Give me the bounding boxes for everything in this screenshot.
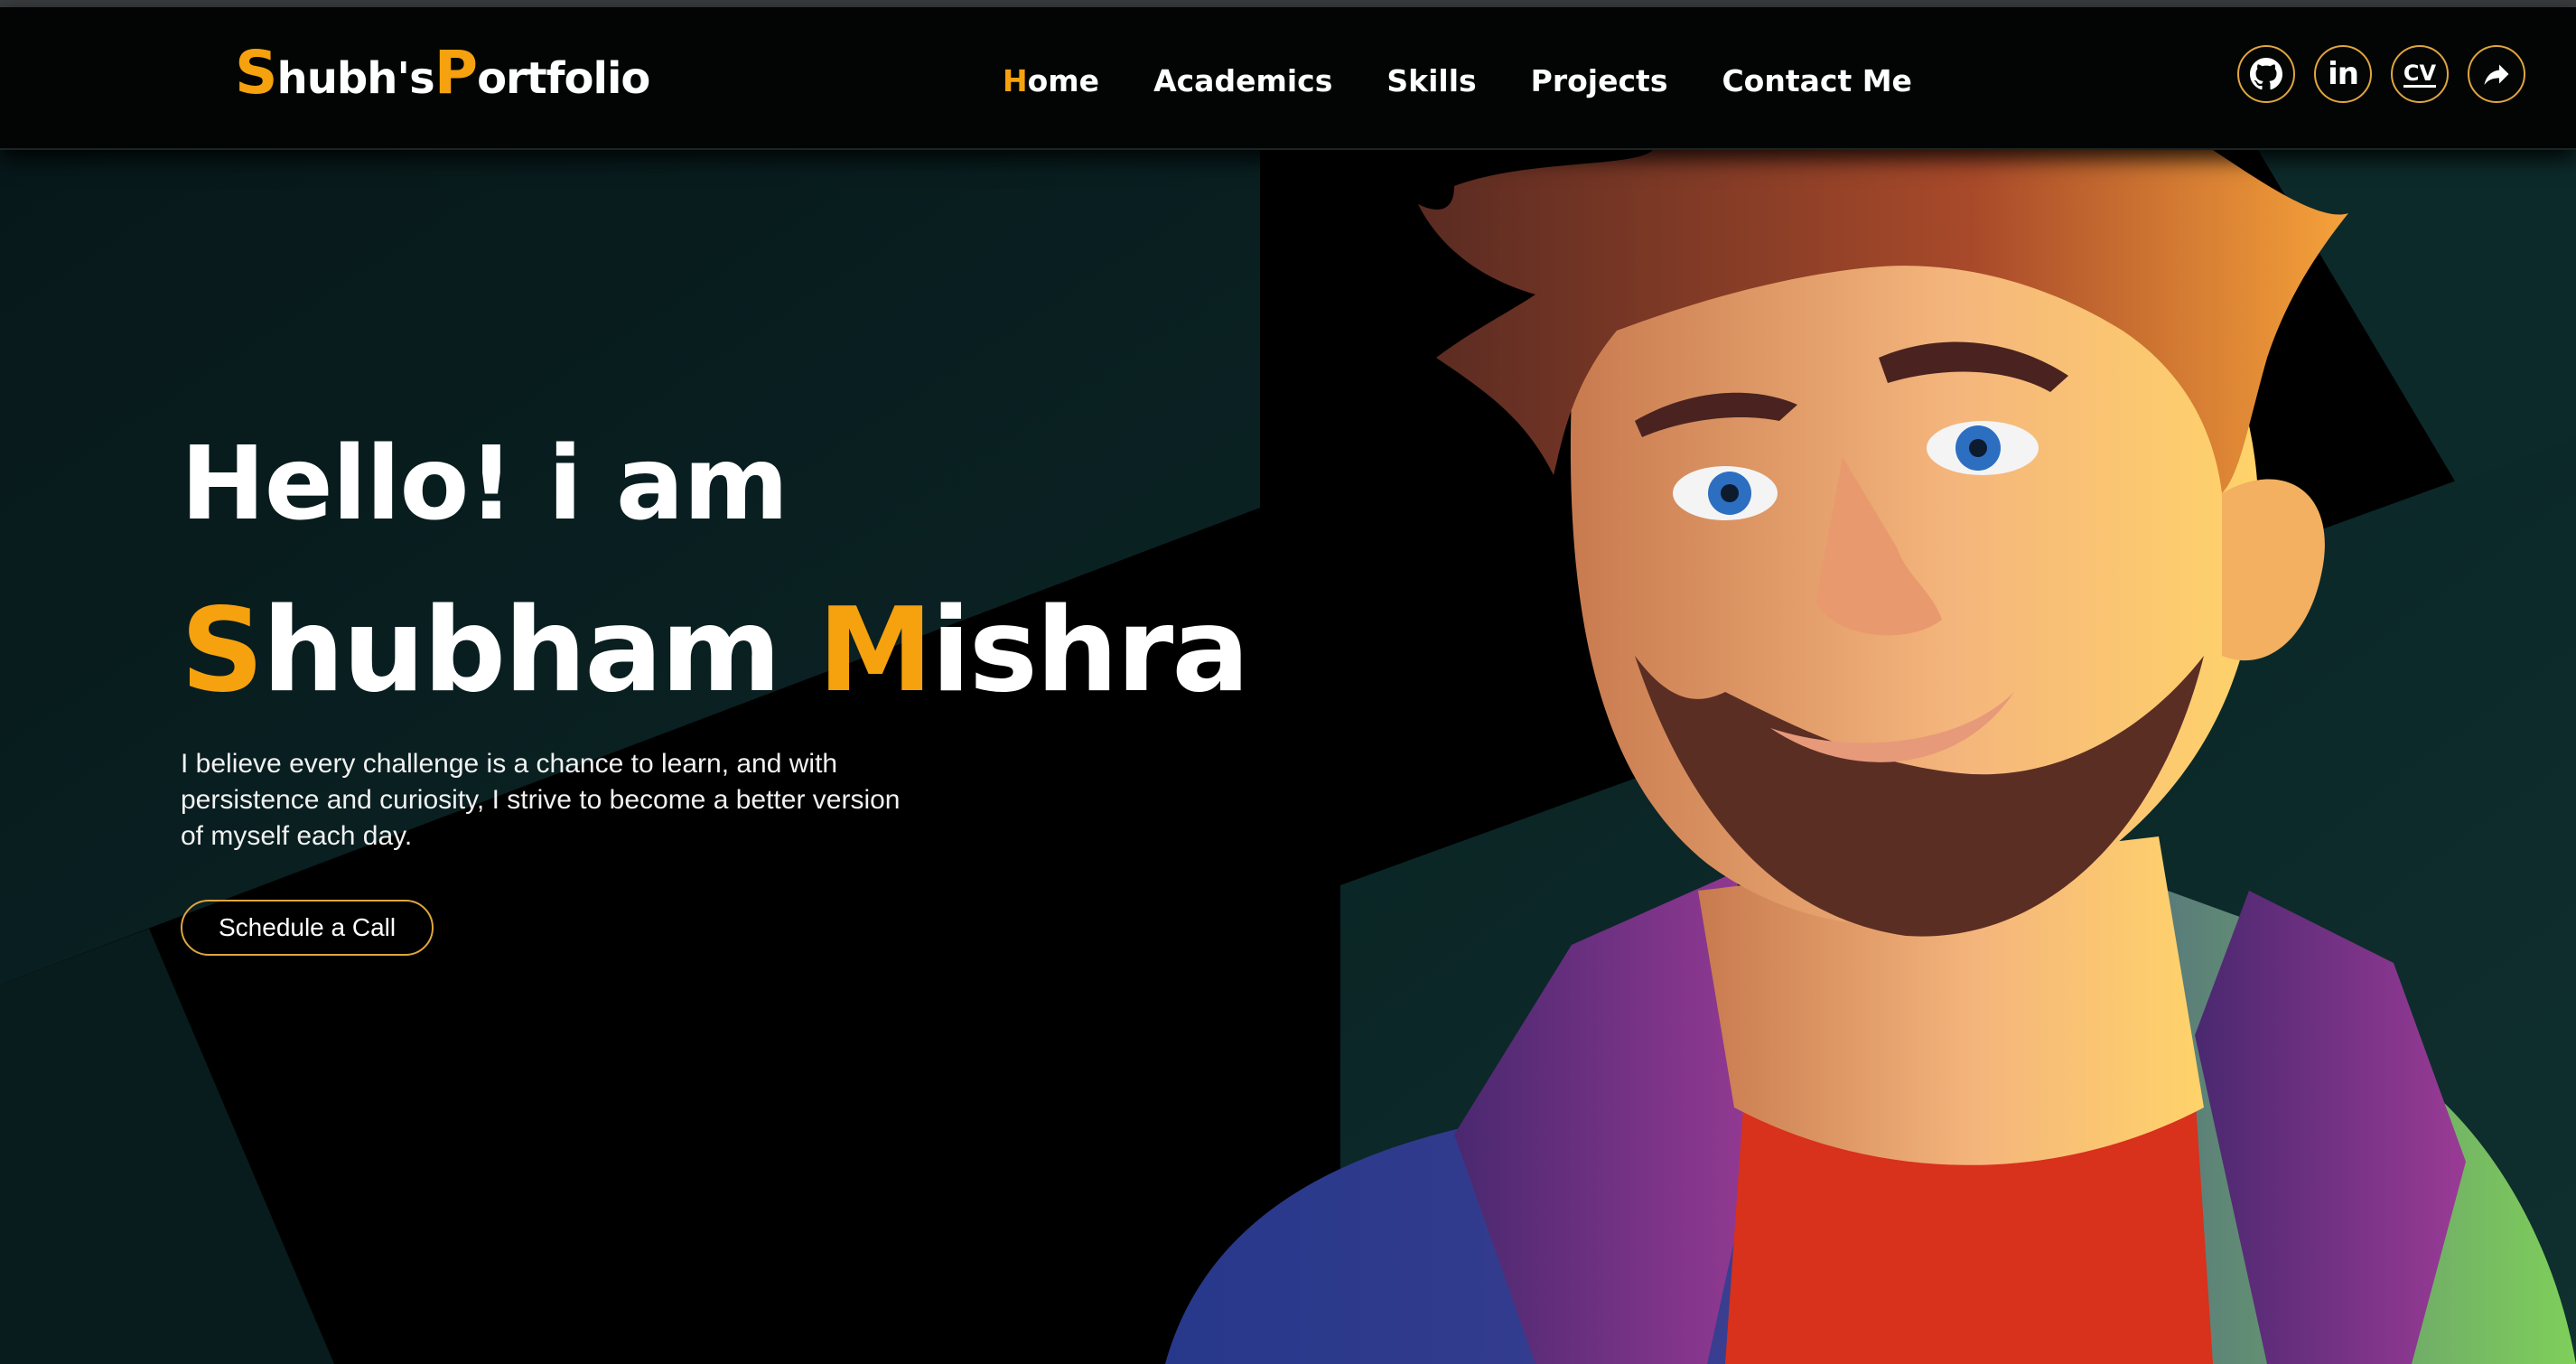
share-button[interactable] [2468, 45, 2525, 103]
logo-text-part1: hubh's [276, 53, 435, 104]
window-top-strip [0, 0, 2576, 7]
cv-icon: CV [2403, 60, 2437, 88]
nav-academics[interactable]: Academics [1153, 63, 1332, 98]
name-first-rest: hubham [262, 584, 781, 718]
hero-name: Shubham Mishra [181, 575, 1250, 728]
nav-home[interactable]: Home [1003, 63, 1099, 98]
hero-greeting: Hello! i am [181, 425, 789, 543]
logo-initial-s: S [235, 38, 278, 107]
linkedin-button[interactable]: in [2314, 45, 2372, 103]
linkedin-icon: in [2328, 56, 2359, 92]
logo-initial-p: P [434, 38, 478, 107]
cv-button[interactable]: CV [2391, 45, 2449, 103]
github-button[interactable] [2237, 45, 2295, 103]
nav-contact[interactable]: Contact Me [1722, 63, 1911, 98]
social-links: in CV [2237, 45, 2525, 103]
portrait-illustration [1165, 150, 2576, 1364]
hero-bio: I believe every challenge is a chance to… [181, 749, 901, 851]
hero-intro: Hello! i am Shubham Mishra I believe eve… [181, 421, 1250, 956]
nav-skills[interactable]: Skills [1386, 63, 1476, 98]
nav-home-rest: ome [1027, 63, 1100, 98]
nav-home-initial: H [1003, 63, 1028, 98]
schedule-call-button[interactable]: Schedule a Call [181, 900, 434, 956]
share-icon [2484, 64, 2509, 85]
logo[interactable]: S hubh's P ortfolio [235, 38, 650, 110]
navbar: S hubh's P ortfolio Home Academics Skill… [0, 7, 2576, 150]
logo-text-part2: ortfolio [477, 53, 650, 104]
name-last-rest: ishra [930, 584, 1250, 718]
github-icon [2250, 58, 2282, 90]
main-nav: Home Academics Skills Projects Contact M… [1003, 63, 1912, 98]
name-initial-s: S [181, 584, 264, 718]
name-initial-m: M [817, 584, 933, 718]
nav-projects[interactable]: Projects [1531, 63, 1668, 98]
hero-section: Hello! i am Shubham Mishra I believe eve… [0, 150, 2576, 1364]
